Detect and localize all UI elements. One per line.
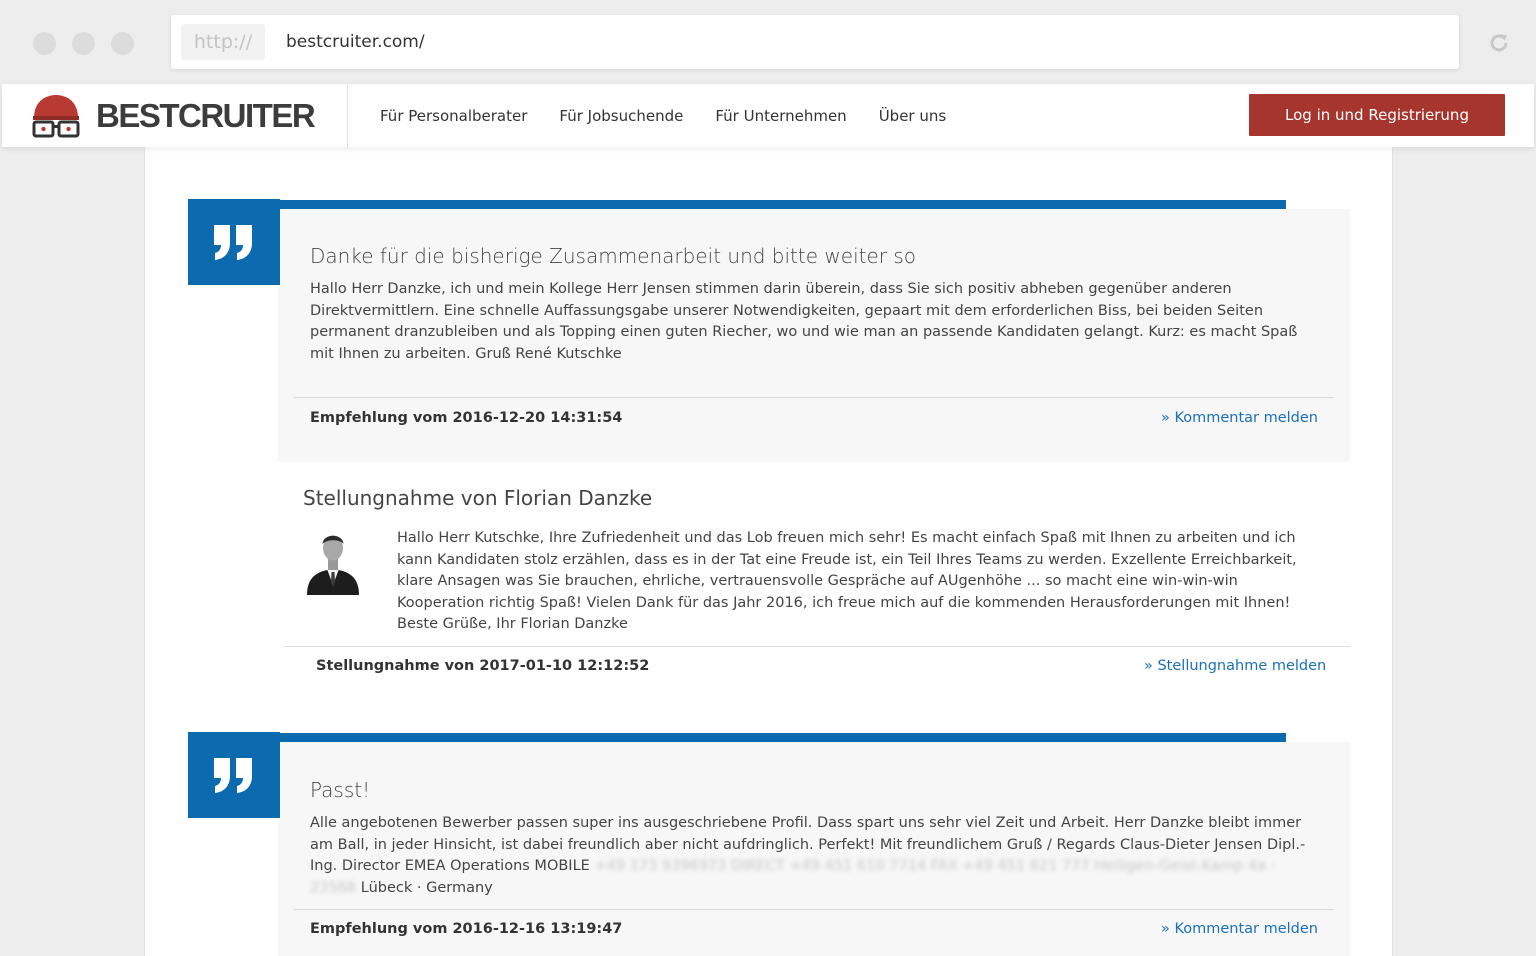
review-date: Empfehlung vom 2016-12-16 13:19:47 (310, 921, 623, 937)
nav-item-ueber-uns[interactable]: Über uns (879, 107, 947, 125)
report-comment-link[interactable]: » Kommentar melden (1161, 410, 1318, 426)
quote-badge (188, 199, 280, 285)
review-location: Lübeck · Germany (360, 879, 493, 896)
quote-icon (214, 225, 252, 260)
url-text[interactable]: bestcruiter.com/ (286, 15, 425, 69)
browser-chrome: http:// bestcruiter.com/ (0, 0, 1536, 84)
main-nav: Für Personalberater Für Jobsuchende Für … (380, 84, 978, 147)
window-close-dot[interactable] (33, 32, 56, 55)
review-accent-line (188, 733, 1286, 742)
logo[interactable]: BESTCRUITER (30, 92, 320, 140)
response-divider (284, 646, 1350, 647)
review-divider (294, 397, 1334, 398)
review-body: Hallo Herr Danzke, ich und mein Kollege … (310, 281, 1298, 362)
nav-item-jobsuchende[interactable]: Für Jobsuchende (559, 107, 683, 125)
report-response-link[interactable]: » Stellungnahme melden (1144, 658, 1326, 674)
site-header: BESTCRUITER Für Personalberater Für Jobs… (2, 84, 1534, 147)
quote-icon (214, 758, 252, 793)
review-title: Danke für die bisherige Zusammenarbeit u… (310, 244, 917, 268)
review-title: Passt! (310, 778, 371, 802)
quote-badge (188, 732, 280, 818)
review-date: Empfehlung vom 2016-12-20 14:31:54 (310, 410, 623, 426)
nav-item-unternehmen[interactable]: Für Unternehmen (715, 107, 846, 125)
person-photo (303, 527, 363, 595)
review-card: Danke für die bisherige Zusammenarbeit u… (278, 209, 1350, 462)
review-accent-line (188, 200, 1286, 209)
window-minimize-dot[interactable] (72, 32, 95, 55)
response-body: Hallo Herr Kutschke, Ihre Zufriedenheit … (397, 530, 1297, 632)
address-bar[interactable]: http:// bestcruiter.com/ (171, 15, 1459, 69)
response-title: Stellungnahme von Florian Danzke (303, 486, 653, 510)
logo-text: BESTCRUITER (96, 97, 316, 134)
review-divider (294, 909, 1334, 910)
url-protocol: http:// (181, 24, 265, 60)
logo-glasses-icon (32, 95, 80, 138)
nav-item-personalberater[interactable]: Für Personalberater (380, 107, 527, 125)
header-divider (347, 84, 348, 147)
report-comment-link[interactable]: » Kommentar melden (1161, 921, 1318, 937)
reload-icon[interactable] (1486, 30, 1512, 56)
review-body: Alle angebotenen Bewerber passen super i… (310, 813, 1310, 899)
window-maximize-dot[interactable] (111, 32, 134, 55)
review-card: Passt! Alle angebotenen Bewerber passen … (278, 742, 1350, 956)
login-register-button[interactable]: Log in und Registrierung (1249, 94, 1505, 136)
avatar (303, 527, 363, 595)
response-date: Stellungnahme von 2017-01-10 12:12:52 (316, 658, 650, 674)
